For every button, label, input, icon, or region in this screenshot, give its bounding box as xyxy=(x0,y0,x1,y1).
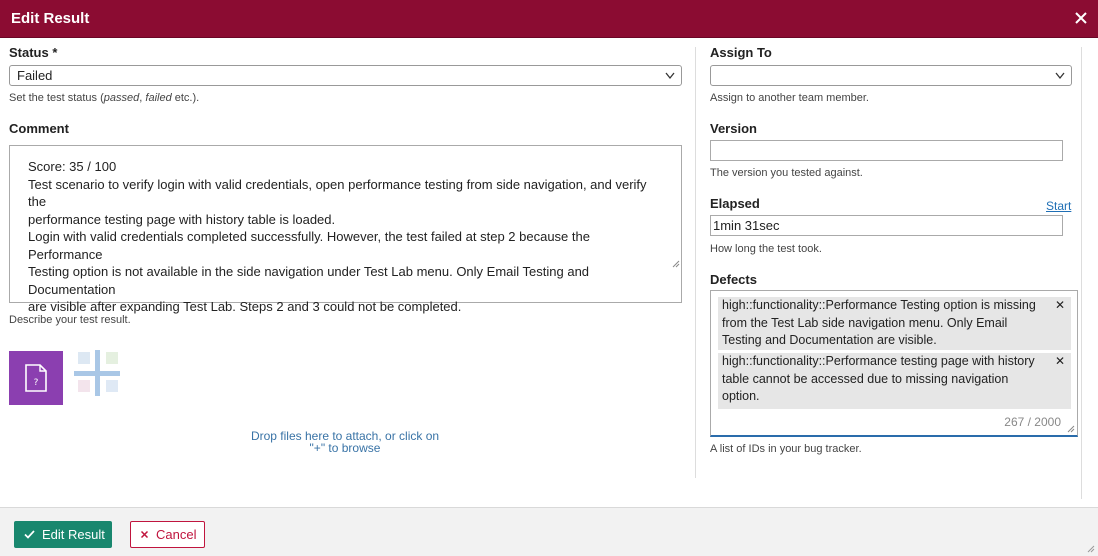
defects-label: Defects xyxy=(710,272,757,287)
dialog-title: Edit Result xyxy=(11,10,90,27)
status-label: Status * xyxy=(9,45,58,60)
cancel-button-label: Cancel xyxy=(156,527,197,542)
defects-char-counter: 267 / 2000 xyxy=(1004,415,1061,429)
column-divider xyxy=(695,47,696,478)
edit-result-dialog: Edit Result Status * Failed Set the test… xyxy=(0,0,1098,556)
chevron-down-icon xyxy=(665,72,675,80)
scrollbar-track[interactable] xyxy=(1081,47,1082,499)
elapsed-label: Elapsed xyxy=(710,196,760,211)
check-icon xyxy=(24,530,35,539)
cancel-button[interactable]: Cancel xyxy=(130,521,205,548)
defect-tag-text: from the Test Lab side navigation menu. … xyxy=(722,315,1008,330)
elapsed-input[interactable]: 1min 31sec xyxy=(710,215,1063,236)
comment-textarea[interactable]: Score: 35 / 100 Test scenario to verify … xyxy=(9,145,682,314)
defect-tag-text: table cannot be accessed due to missing … xyxy=(722,371,1009,386)
status-select[interactable]: Failed xyxy=(9,65,682,86)
add-attachment-icon xyxy=(74,350,120,396)
remove-defect-button[interactable]: ✕ xyxy=(1055,297,1065,315)
status-hint: Set the test status (passed, failed etc.… xyxy=(9,92,200,104)
resize-grip-icon[interactable] xyxy=(672,260,680,268)
assign-to-label: Assign To xyxy=(710,45,772,60)
remove-defect-button[interactable]: ✕ xyxy=(1055,353,1065,371)
version-label: Version xyxy=(710,121,757,136)
resize-grip-icon[interactable] xyxy=(1087,545,1095,553)
defects-input[interactable]: high::functionality::Performance Testing… xyxy=(710,290,1078,437)
edit-result-button[interactable]: Edit Result xyxy=(14,521,112,548)
drop-line: "+" to browse xyxy=(309,441,381,455)
add-attachment-button[interactable] xyxy=(72,348,124,400)
comment-line: Testing option is not available in the s… xyxy=(28,264,590,297)
defect-tag: high::functionality::Performance testing… xyxy=(718,353,1071,409)
dialog-header: Edit Result xyxy=(0,0,1098,38)
comment-line: Test scenario to verify login with valid… xyxy=(28,176,647,210)
file-icon: ? xyxy=(25,364,47,392)
version-hint: The version you tested against. xyxy=(710,167,863,179)
defect-tag-text: high::functionality::Performance testing… xyxy=(722,354,1035,368)
dialog-footer: Edit Result Cancel xyxy=(0,507,1098,556)
defects-hint: A list of IDs in your bug tracker. xyxy=(710,443,862,455)
svg-text:?: ? xyxy=(34,378,39,388)
close-icon[interactable] xyxy=(1072,9,1090,27)
comment-line: are visible after expanding Test Lab. St… xyxy=(28,299,462,314)
defect-tag-text: high::functionality::Performance Testing… xyxy=(722,298,1036,312)
edit-result-button-label: Edit Result xyxy=(42,527,105,542)
comment-hint: Describe your test result. xyxy=(9,314,131,326)
drop-zone-text[interactable]: Drop files here to attach, or click on "… xyxy=(215,430,475,454)
chevron-down-icon xyxy=(1055,72,1065,80)
defect-tag: high::functionality::Performance Testing… xyxy=(718,297,1071,350)
assign-to-select[interactable] xyxy=(710,65,1072,86)
comment-line: performance testing page with history ta… xyxy=(28,211,336,227)
defect-tag-text: option. xyxy=(722,389,760,403)
start-timer-link[interactable]: Start xyxy=(1046,199,1071,213)
attachment-thumbnail[interactable]: ? xyxy=(9,351,63,405)
comment-line: Score: 35 / 100 xyxy=(28,159,117,174)
version-input[interactable] xyxy=(710,140,1063,161)
comment-label: Comment xyxy=(9,121,69,136)
comment-line: Login with valid credentials completed s… xyxy=(28,229,590,262)
elapsed-hint: How long the test took. xyxy=(710,243,822,255)
assign-to-hint: Assign to another team member. xyxy=(710,92,869,104)
x-icon xyxy=(140,530,149,539)
defect-tag-text: Testing and Documentation are visible. xyxy=(722,333,937,347)
status-value: Failed xyxy=(17,68,53,83)
resize-grip-icon[interactable] xyxy=(1067,425,1075,433)
